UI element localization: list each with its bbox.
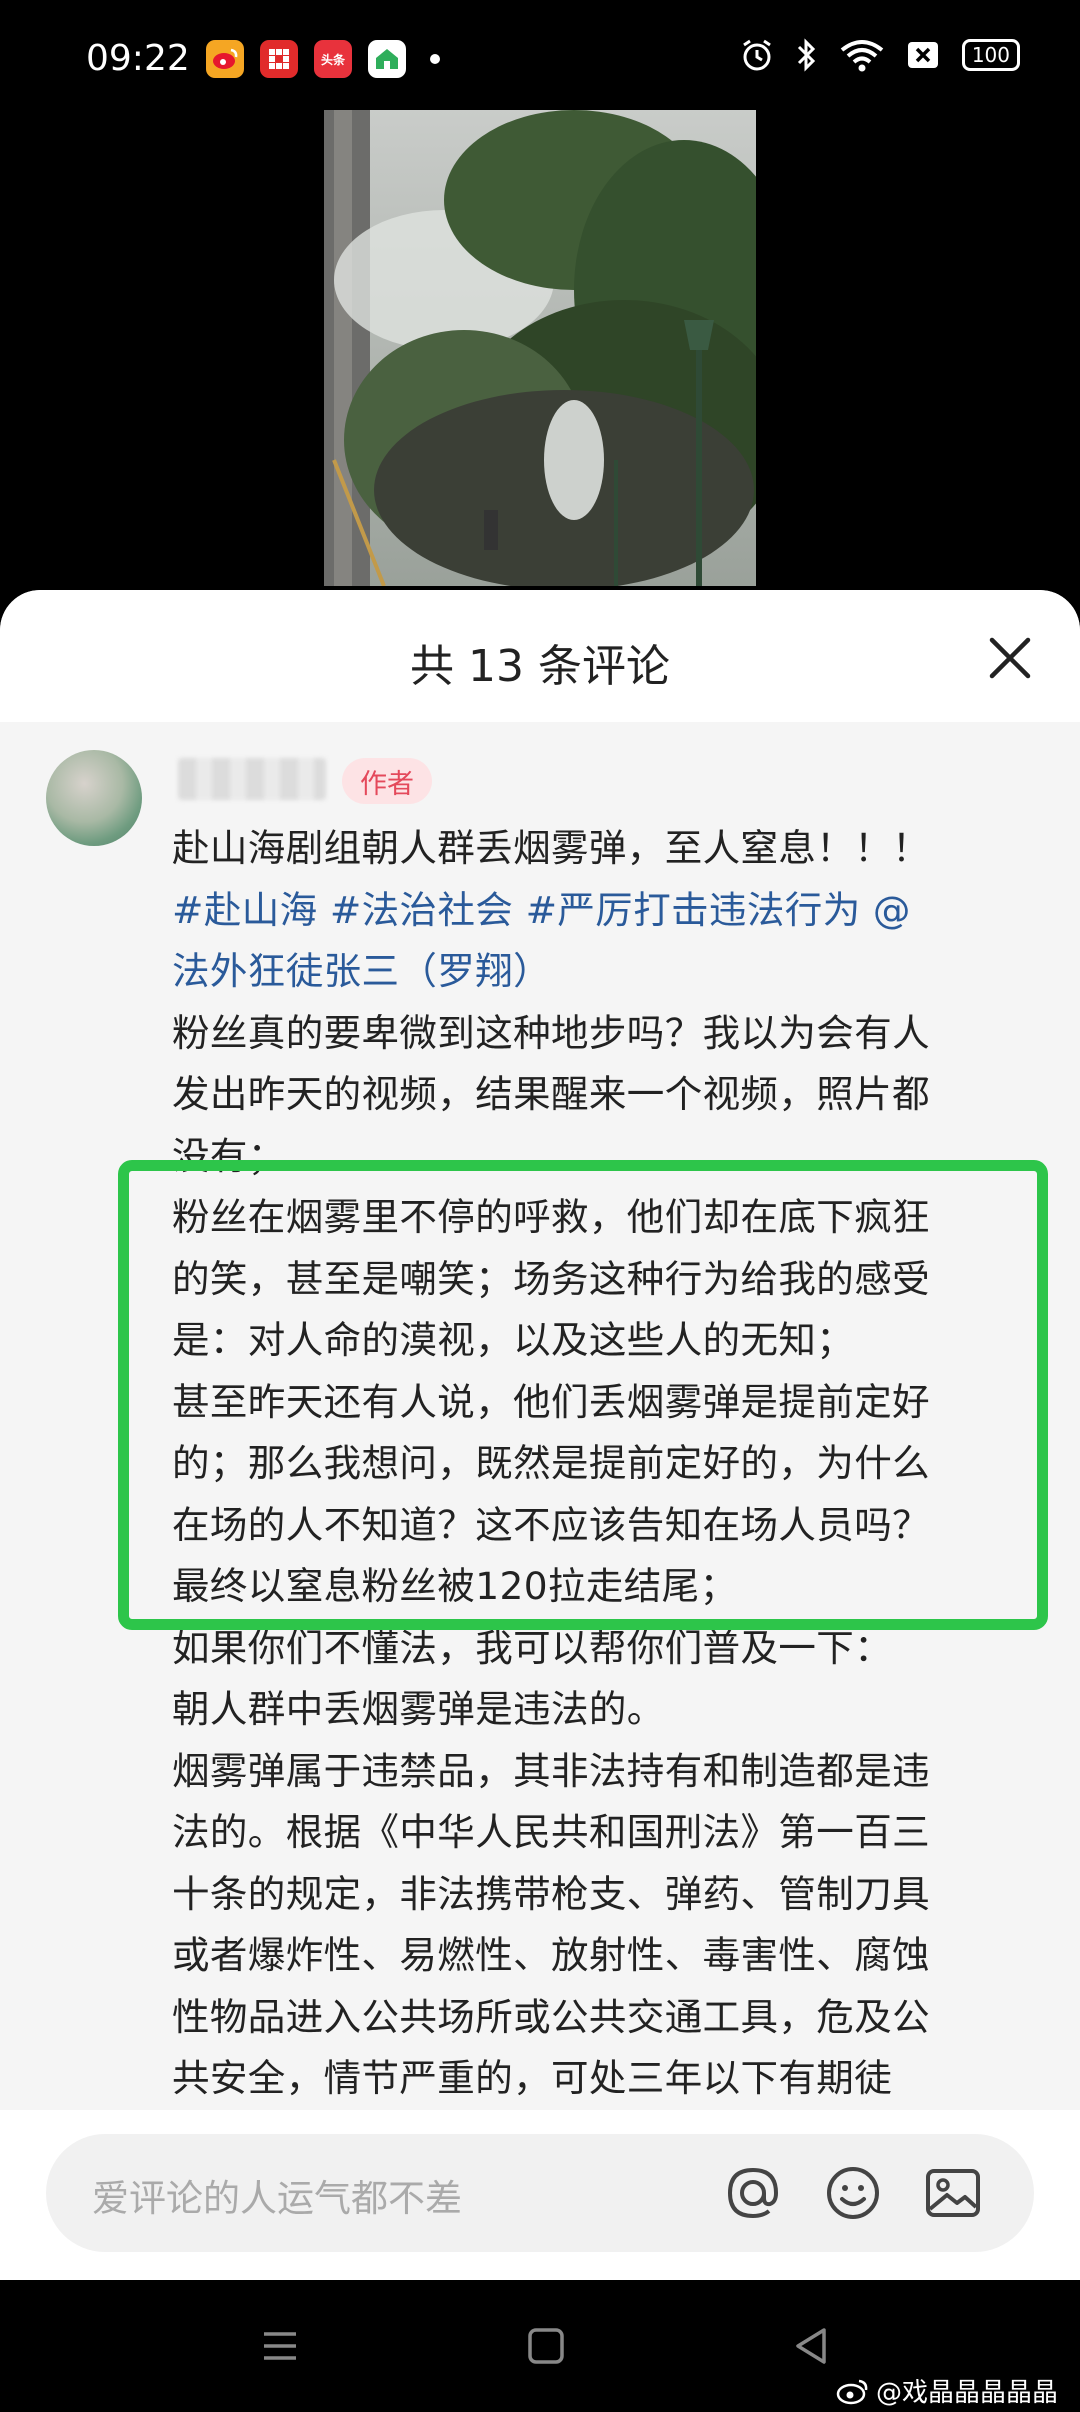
toutiao-icon: 头条 — [314, 40, 352, 78]
battery-indicator: 100 — [961, 39, 1020, 71]
comment-line: 烟雾弹属于违禁品，其非法持有和制造都是违 — [172, 1748, 930, 1793]
comment-line: 赴山海剧组朝人群丢烟雾弹，至人窒息！！！ — [172, 826, 930, 870]
green-highlight-box — [118, 1160, 1048, 1630]
username-blurred[interactable] — [178, 758, 326, 800]
menu-nav-button[interactable] — [256, 2322, 304, 2370]
comment-line: 或者爆炸性、易燃性、放射性、毒害性、腐蚀 — [172, 1933, 930, 1977]
home-nav-button[interactable] — [522, 2322, 570, 2370]
home-square-icon[interactable] — [522, 2322, 570, 2370]
app-red-icon — [260, 40, 298, 78]
mention-button[interactable] — [718, 2162, 788, 2224]
wifi-icon — [840, 40, 884, 72]
image-icon[interactable] — [923, 2163, 983, 2223]
comment-line: 发出昨天的视频，结果醒来一个视频，照片都 — [172, 1072, 930, 1116]
status-bar: 09:22 头条 100 — [0, 0, 1080, 120]
system-nav-bar: @戏晶晶晶晶晶 — [0, 2280, 1080, 2412]
comment-line: 共安全，情节严重的，可处三年以下有期徒 — [172, 2056, 893, 2100]
notification-icons: 头条 — [206, 40, 440, 78]
status-right: 100 — [740, 38, 1020, 72]
comment-line: 粉丝真的要卑微到这种地步吗？我以为会有人 — [172, 1010, 930, 1055]
no-sim-icon — [907, 42, 938, 68]
close-button[interactable] — [986, 634, 1034, 682]
author-badge: 作者 — [342, 758, 432, 804]
more-notifications-dot — [430, 54, 440, 64]
emoji-button[interactable] — [818, 2162, 888, 2224]
video-thumbnail[interactable] — [324, 110, 756, 586]
input-placeholder: 爱评论的人运气都不差 — [92, 2177, 462, 2220]
image-button[interactable] — [918, 2162, 988, 2224]
weibo-logo-icon — [836, 2379, 868, 2404]
alarm-icon — [742, 39, 771, 71]
comment-line: 朝人群中丢烟雾弹是违法的。 — [172, 1687, 665, 1731]
status-time: 09:22 — [86, 38, 190, 79]
home-app-icon — [368, 40, 406, 78]
mention-line[interactable]: 法外狂徒张三（罗翔） — [172, 941, 1042, 1003]
bluetooth-icon — [797, 38, 815, 72]
hashtag-line[interactable]: #赴山海 #法治社会 #严厉打击违法行为 @ — [172, 880, 1042, 942]
menu-icon[interactable] — [256, 2322, 304, 2370]
watermark-text: @戏晶晶晶晶晶 — [875, 2378, 1058, 2408]
at-icon[interactable] — [723, 2163, 783, 2223]
comment-input[interactable]: 爱评论的人运气都不差 — [46, 2134, 1034, 2252]
video-area[interactable] — [0, 110, 1080, 590]
input-actions — [718, 2162, 988, 2224]
back-triangle-icon[interactable] — [788, 2322, 836, 2370]
back-nav-button[interactable] — [788, 2322, 836, 2370]
weibo-icon — [206, 40, 244, 78]
close-icon[interactable] — [986, 634, 1034, 682]
avatar[interactable] — [46, 750, 142, 846]
comment-line: 法的。根据《中华人民共和国刑法》第一百三 — [172, 1810, 930, 1854]
comments-count-title: 共 13 条评论 — [410, 641, 670, 692]
comment-line: 十条的规定，非法携带枪支、弹药、管制刀具 — [172, 1871, 930, 1916]
comment-line: 性物品进入公共场所或公共交通工具，危及公 — [172, 1994, 930, 2039]
emoji-icon[interactable] — [823, 2163, 883, 2223]
comments-header: 共 13 条评论 — [0, 590, 1080, 722]
comment-input-bar: 爱评论的人运气都不差 — [0, 2110, 1080, 2280]
watermark: @戏晶晶晶晶晶 — [836, 2372, 1058, 2409]
